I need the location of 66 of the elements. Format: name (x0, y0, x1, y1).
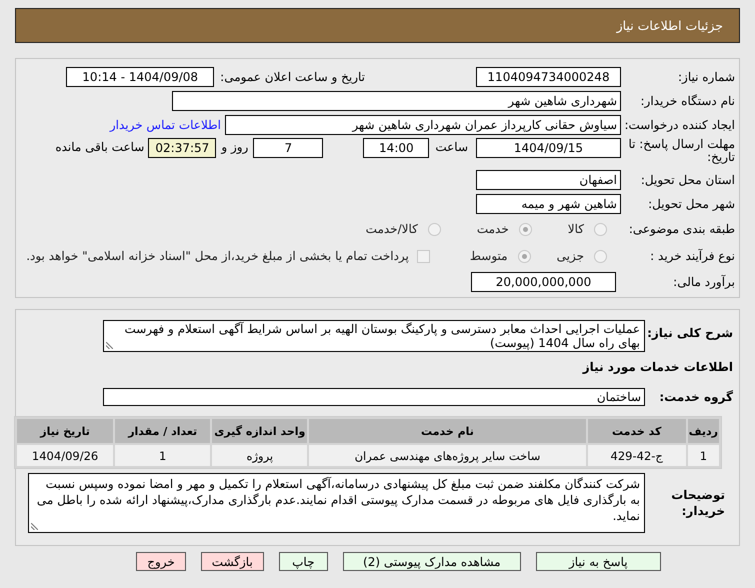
radio-button[interactable] (594, 250, 607, 262)
field-label: مهلت ارسال پاسخ: تا تاریخ: (627, 138, 736, 164)
action-button[interactable]: خروج (136, 552, 186, 571)
section-title: اطلاعات خدمات مورد نیاز (582, 360, 733, 374)
radio-label: کالا (568, 222, 584, 236)
radio-label: خدمت (476, 222, 509, 236)
field-label: ساعت (435, 140, 468, 154)
field-label: برآورد مالی: (672, 274, 736, 288)
checkbox[interactable] (416, 250, 430, 262)
service-group-field: ساختمان (103, 388, 645, 406)
column-header: کد خدمت (588, 419, 686, 443)
radio-label: متوسط (470, 249, 508, 263)
radio-button[interactable] (518, 250, 531, 262)
buyer-contact-link[interactable]: اطلاعات تماس خریدار (110, 118, 221, 132)
radio-label: جزیی (556, 249, 584, 263)
action-button[interactable]: پاسخ به نیاز (536, 552, 661, 571)
radio-label: کالا/خدمت (366, 222, 418, 236)
field-label: نوع فرآیند خرید : (649, 249, 736, 263)
announce-date-field: 1404/09/08 - 10:14 (66, 66, 214, 86)
city-field: شاهین شهر و میمه (476, 194, 621, 214)
field-label: شهر محل تحویل: (647, 196, 736, 210)
field-label: ساعت باقی مانده (55, 140, 144, 154)
field-label: شماره نیاز: (677, 70, 736, 84)
column-header: واحد اندازه گیری (212, 419, 308, 443)
buyer-name-field: شهرداری شاهین شهر (172, 90, 621, 110)
table-cell: ساخت سایر پروژه‌های مهندسی عمران (309, 445, 586, 466)
deadline-time-field: 14:00 (363, 138, 430, 158)
budget-field: 20,000,000,000 (471, 272, 616, 292)
province-field: اصفهان (476, 170, 621, 190)
resize-grip-icon[interactable] (106, 342, 113, 349)
remaining-time-field: 02:37:57 (148, 138, 216, 158)
column-header: ردیف (688, 419, 719, 443)
days-field: 7 (253, 138, 324, 158)
field-label: ایجاد کننده درخواست: (623, 118, 736, 132)
action-button[interactable]: بازگشت (200, 552, 264, 571)
deadline-date-field: 1404/09/15 (476, 138, 621, 158)
resize-grip-icon[interactable] (31, 523, 38, 530)
table-cell: 1 (688, 445, 719, 466)
field-label: گروه خدمت: (658, 390, 734, 404)
field-label: استان محل تحویل: (640, 172, 736, 186)
column-header: تعداد / مقدار (115, 419, 210, 443)
column-header: تاریخ نیاز (17, 419, 114, 443)
field-label: روز و (221, 140, 248, 154)
table-cell: 1 (115, 445, 210, 466)
table-cell: 1404/09/26 (17, 445, 114, 466)
field-label: تاریخ و ساعت اعلان عمومی: (220, 70, 365, 84)
notes-field[interactable] (28, 473, 645, 533)
field-label: شرح کلی نیاز: (646, 326, 734, 340)
field-label: توضیحات خریدار: (670, 487, 726, 519)
description-field[interactable]: عملیات اجرایی احداث معابر دسترسی و پارکینگ بوستان الهیه بر اساس شرایط آگهی استعلام و فهرست بهای راه سال 1404 (پیوست) (103, 320, 645, 352)
radio-button[interactable] (594, 222, 607, 236)
table-cell: ج-42-429 (588, 445, 686, 466)
radio-button[interactable] (428, 222, 441, 236)
action-button[interactable]: چاپ (278, 552, 328, 571)
column-header: نام خدمت (309, 419, 586, 443)
radio-button[interactable] (518, 222, 532, 236)
field-label: طبقه بندی موضوعی: (628, 222, 736, 236)
description-text: عملیات اجرایی احداث معابر دسترسی و پارکینگ بوستان الهیه بر اساس شرایط آگهی استعلام و فهرست بهای راه سال 1404 (پیوست) (124, 322, 640, 350)
table-cell: پروژه (212, 445, 308, 466)
checkbox-label: پرداخت تمام یا بخشی از مبلغ خرید،از محل "اسناد خزانه اسلامی" خواهد بود. (26, 249, 409, 263)
need-number-field: 1104094734000248 (476, 66, 621, 86)
requester-field: سیاوش حقانی کارپرداز عمران شهرداری شاهین شهر (225, 114, 621, 134)
page-title: جزئیات اطلاعات نیاز (616, 18, 723, 33)
notes-text: شرکت کنندگان مکلفند ضمن ثبت مبلغ کل پیشنهادی درسامانه،آگهی استعلام را تکمیل و مهر و امضا نموده وسپس نسبت به بارگذاری فایل های مربوطه در قسمت مدارک پیوستی اقدام نمایند.عدم بارگذاری مدارک،پیشنهاد ارائه شده را باطل می نماید. (36, 477, 640, 523)
action-button[interactable]: مشاهده مدارک پیوستی (2) (342, 552, 521, 571)
field-label: نام دستگاه خریدار: (640, 94, 736, 108)
